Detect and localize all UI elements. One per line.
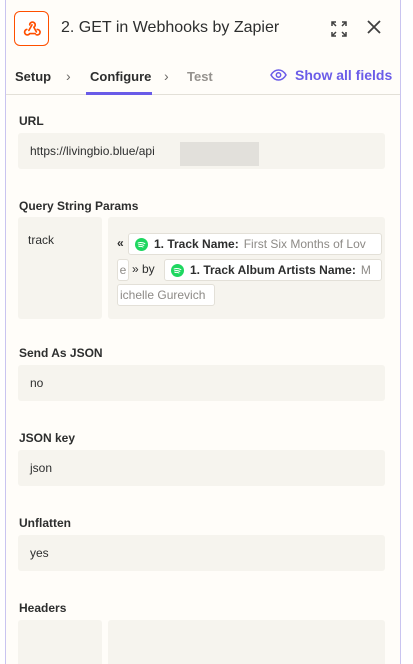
json-key-value: json [30, 461, 53, 475]
track-artists-pill-continued[interactable]: ichelle Gurevich [117, 284, 215, 306]
show-all-fields-label: Show all fields [295, 67, 393, 83]
zap-step-panel: 2. GET in Webhooks by Zapier Setup › Con… [5, 0, 401, 664]
query-params-label: Query String Params [19, 199, 139, 213]
chevron-right-icon: › [164, 68, 169, 84]
page-title: 2. GET in Webhooks by Zapier [61, 19, 280, 36]
track-artists-label: 1. Track Album Artists Name: [190, 263, 356, 277]
track-name-value: First Six Months of Lov [243, 237, 366, 251]
track-name-label: 1. Track Name: [154, 237, 239, 251]
spotify-icon [171, 263, 184, 277]
headers-label: Headers [19, 601, 67, 615]
expand-icon[interactable] [329, 19, 351, 41]
unflatten-value: yes [30, 546, 49, 560]
track-artists-value-end: ichelle Gurevich [120, 288, 206, 302]
track-name-value-end: e [119, 263, 127, 277]
by-text: » by [132, 262, 155, 276]
close-icon[interactable] [366, 19, 386, 39]
url-value: https://livingbio.blue/api [30, 144, 155, 158]
track-name-pill[interactable]: 1. Track Name: First Six Months of Lov [128, 233, 382, 255]
spotify-icon [135, 237, 148, 251]
track-artists-pill[interactable]: 1. Track Album Artists Name: M [164, 259, 382, 281]
json-key-label: JSON key [19, 431, 76, 445]
step-tabs: Setup › Configure › Test Show all fields [6, 57, 400, 95]
panel-header: 2. GET in Webhooks by Zapier [6, 0, 400, 57]
eye-icon [270, 69, 287, 81]
header-value-field[interactable] [108, 620, 385, 664]
unflatten-label: Unflatten [19, 516, 71, 530]
chevron-right-icon: › [66, 68, 71, 84]
header-key-field[interactable] [18, 620, 102, 664]
open-quote: « [117, 236, 124, 250]
tab-setup[interactable]: Setup [15, 69, 51, 84]
send-as-json-label: Send As JSON [19, 346, 103, 360]
redacted-area [180, 142, 259, 166]
track-artists-value-start: M [360, 263, 371, 277]
tab-test[interactable]: Test [187, 69, 213, 84]
show-all-fields-button[interactable]: Show all fields [270, 67, 392, 83]
send-as-json-value: no [30, 376, 44, 390]
url-label: URL [19, 114, 44, 128]
query-param-key-field[interactable]: track [18, 217, 102, 319]
url-field[interactable]: https://livingbio.blue/api [18, 133, 385, 169]
json-key-field[interactable]: json [18, 450, 385, 486]
active-tab-indicator [86, 92, 152, 95]
send-as-json-field[interactable]: no [18, 365, 385, 401]
track-name-pill-continued[interactable]: e [117, 259, 129, 281]
query-param-key: track [28, 233, 55, 247]
unflatten-field[interactable]: yes [18, 535, 385, 571]
webhook-icon [14, 11, 49, 46]
tab-configure[interactable]: Configure [90, 69, 151, 84]
query-param-value-field[interactable]: « 1. Track Name: First Six Months of Lov… [108, 217, 385, 319]
